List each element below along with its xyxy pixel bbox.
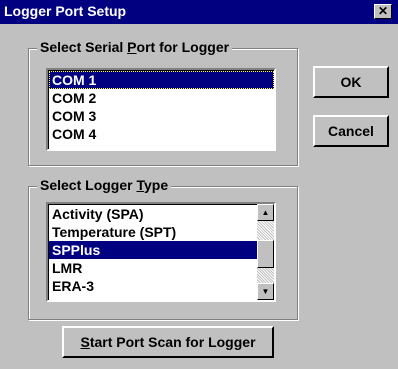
start-port-scan-label: Start Port Scan for Logger	[80, 334, 256, 350]
close-button[interactable]: ✕	[374, 4, 392, 19]
list-item[interactable]: LMR	[49, 259, 257, 277]
list-item[interactable]: Activity (SPA)	[49, 205, 257, 223]
window-title: Logger Port Setup	[4, 3, 127, 19]
ok-button[interactable]: OK	[313, 66, 389, 98]
serial-port-group-label: Select Serial Port for Logger	[37, 39, 233, 55]
list-item[interactable]: COM 2	[49, 89, 274, 107]
list-item[interactable]: COM 4	[49, 125, 274, 143]
scroll-thumb[interactable]	[257, 240, 274, 268]
down-arrow-icon: ▼	[261, 287, 270, 296]
logger-type-list[interactable]: Activity (SPA) Temperature (SPT) SPPlus LMR…	[46, 202, 276, 302]
logger-type-group-label: Select Logger Type	[37, 177, 172, 193]
up-arrow-icon: ▲	[261, 208, 270, 217]
logger-type-scrollbar[interactable]: ▲ ▼	[257, 204, 274, 300]
ok-label: OK	[340, 74, 362, 90]
scroll-up-button[interactable]: ▲	[257, 204, 274, 221]
list-item[interactable]: COM 1	[49, 71, 274, 89]
dialog-body: Select Serial Port for Logger COM 1 COM 2…	[0, 24, 398, 369]
title-bar: Logger Port Setup ✕	[0, 0, 398, 24]
scroll-down-button[interactable]: ▼	[257, 283, 274, 300]
cancel-label: Cancel	[328, 123, 374, 139]
serial-port-list[interactable]: COM 1 COM 2 COM 3 COM 4	[46, 68, 276, 151]
list-item[interactable]: SPPlus	[49, 241, 257, 259]
scroll-track[interactable]	[257, 221, 274, 283]
list-item[interactable]: Temperature (SPT)	[49, 223, 257, 241]
close-icon: ✕	[377, 4, 389, 18]
list-item[interactable]: COM 3	[49, 107, 274, 125]
cancel-button[interactable]: Cancel	[313, 115, 389, 147]
list-item[interactable]: ERA-3	[49, 277, 257, 295]
start-port-scan-button[interactable]: Start Port Scan for Logger	[62, 326, 274, 358]
